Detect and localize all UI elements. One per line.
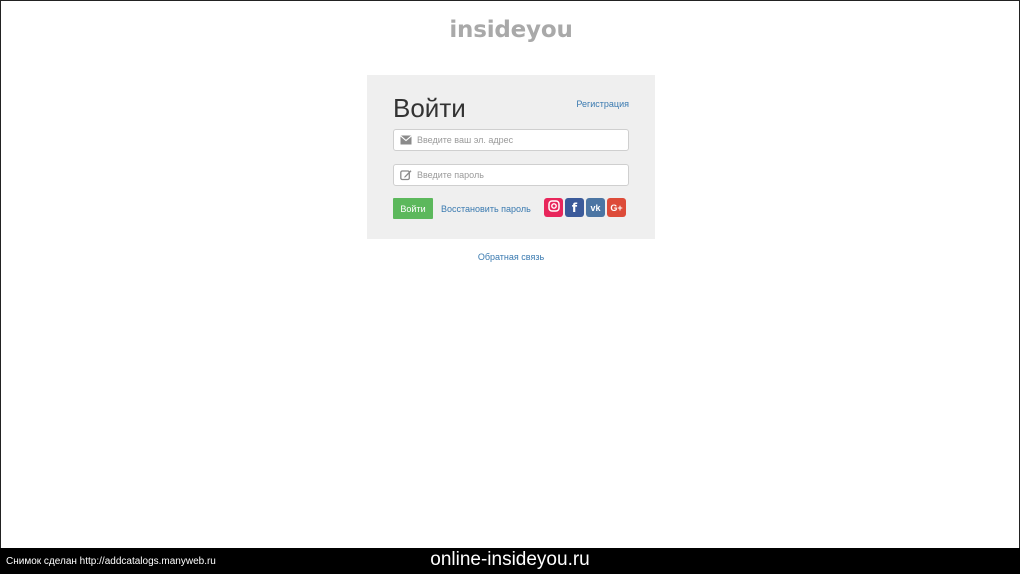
page-frame: insideyou Войти Регистрация Войти В — [0, 0, 1020, 548]
email-field[interactable] — [393, 129, 629, 151]
site-caption: online-insideyou.ru — [430, 549, 590, 570]
page-title: Войти — [393, 93, 466, 123]
restore-password-link[interactable]: Восстановить пароль — [441, 204, 531, 214]
google-plus-button[interactable]: G+ — [607, 198, 626, 217]
feedback-link[interactable]: Обратная связь — [1, 252, 1020, 262]
vk-icon: vk — [590, 202, 601, 213]
vk-button[interactable]: vk — [586, 198, 605, 217]
instagram-icon — [547, 200, 560, 215]
instagram-button[interactable] — [544, 198, 563, 217]
footer-bar: Снимок сделан http://addcatalogs.manyweb… — [0, 548, 1020, 574]
facebook-icon: f — [571, 200, 578, 215]
password-field[interactable] — [393, 164, 629, 186]
edit-icon — [400, 169, 412, 181]
password-input[interactable] — [417, 170, 617, 180]
google-plus-icon: G+ — [610, 202, 623, 213]
brand-logo[interactable]: insideyou — [1, 17, 1020, 43]
envelope-icon — [400, 134, 412, 146]
login-panel: Войти Регистрация Войти Восстановить пар… — [367, 75, 655, 239]
login-button[interactable]: Войти — [393, 198, 433, 219]
facebook-button[interactable]: f — [565, 198, 584, 217]
email-input[interactable] — [417, 135, 617, 145]
register-link[interactable]: Регистрация — [576, 99, 629, 109]
